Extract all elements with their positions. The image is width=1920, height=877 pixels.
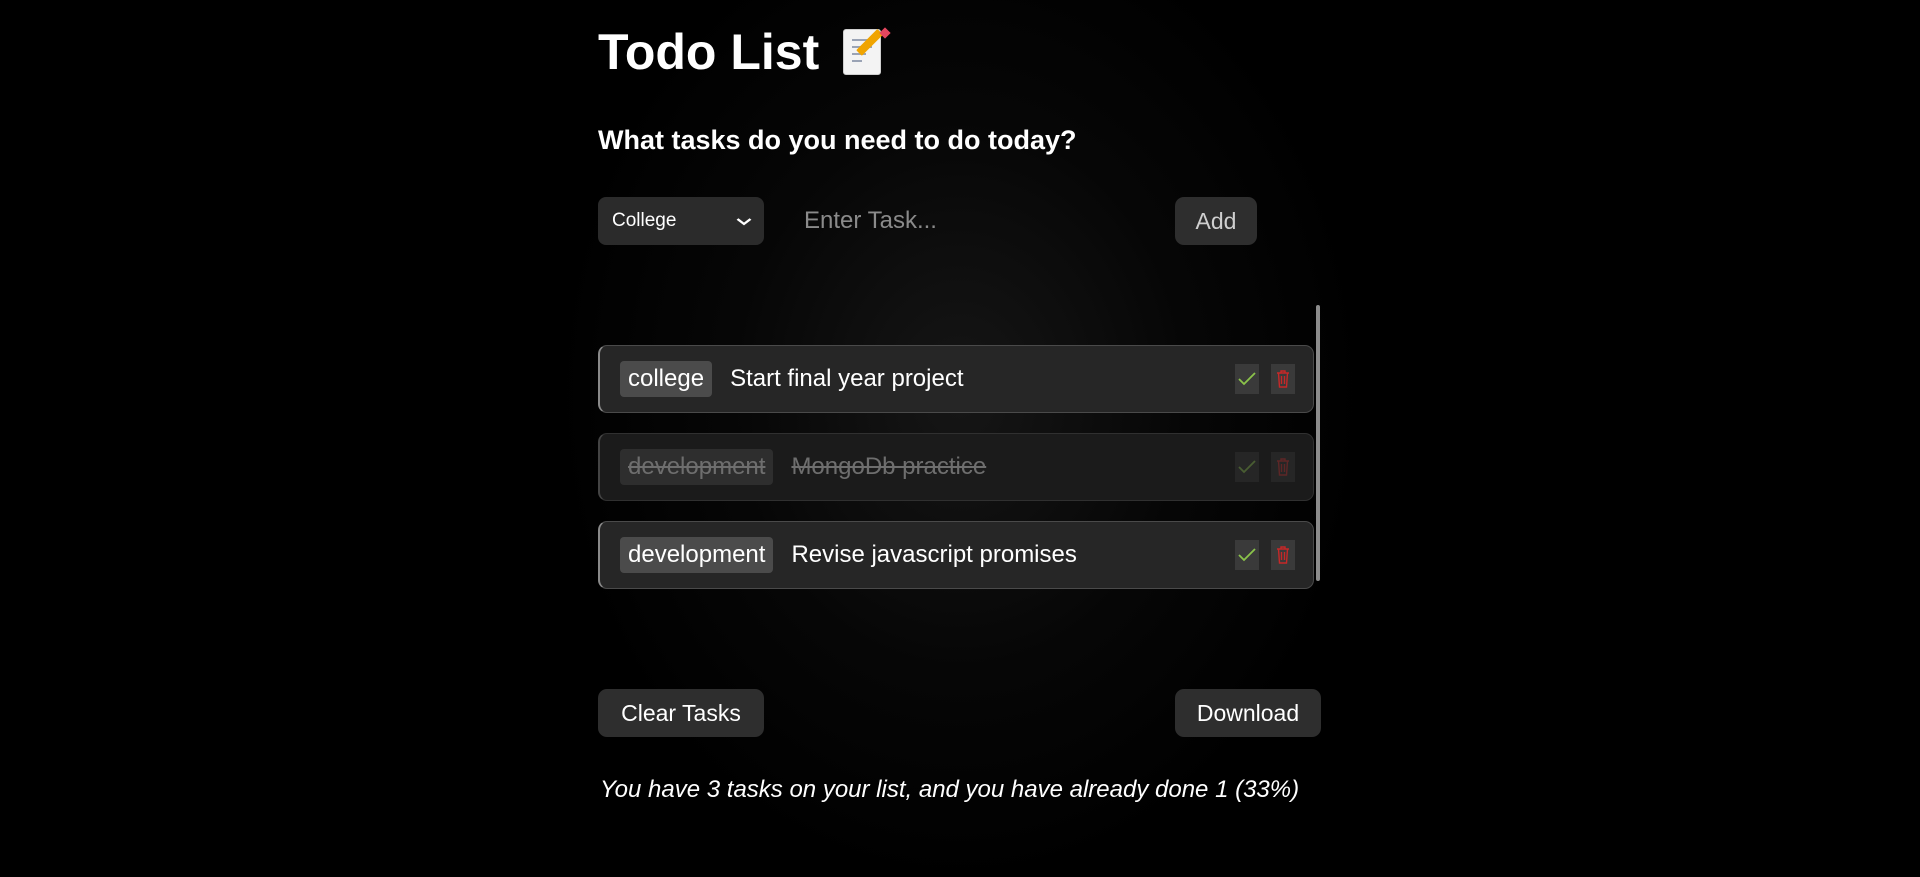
complete-task-button[interactable] [1235,452,1259,482]
task-summary: You have 3 tasks on your list, and you h… [600,776,1300,803]
task-item[interactable]: development Revise javascript promises [598,521,1314,589]
page-title: Todo List [598,22,891,82]
task-actions [1235,540,1295,570]
delete-task-button[interactable] [1271,452,1295,482]
task-category-tag: college [620,361,713,397]
task-actions [1235,452,1295,482]
delete-task-button[interactable] [1271,364,1295,394]
task-input[interactable] [802,197,1144,245]
delete-task-button[interactable] [1271,540,1295,570]
task-category-tag: development [620,449,774,485]
complete-task-button[interactable] [1235,364,1259,394]
category-select-value: College [612,210,677,231]
task-category-tag: development [620,537,774,573]
todo-app: Todo List What tasks do you need to do t… [598,0,1322,877]
trash-icon [1277,546,1289,564]
task-list-scrollbar[interactable] [1316,305,1320,581]
memo-icon [841,27,891,77]
chevron-down-icon [736,213,752,229]
complete-task-button[interactable] [1235,540,1259,570]
task-text: Revise javascript promises [791,541,1077,568]
add-task-button[interactable]: Add [1175,197,1257,245]
task-item[interactable]: college Start final year project [598,345,1314,413]
download-button[interactable]: Download [1175,689,1321,737]
task-text: Start final year project [730,365,964,392]
category-select[interactable]: College [598,197,764,245]
clear-tasks-button[interactable]: Clear Tasks [598,689,764,737]
check-icon [1238,548,1256,562]
check-icon [1238,460,1256,474]
page-subtitle: What tasks do you need to do today? [598,125,1077,155]
check-icon [1238,372,1256,386]
task-list[interactable]: college Start final year project developme… [598,305,1322,650]
task-item[interactable]: development MongoDb practice [598,433,1314,501]
task-actions [1235,364,1295,394]
page-title-text: Todo List [598,24,820,80]
trash-icon [1277,458,1289,476]
task-text: MongoDb practice [791,453,987,480]
trash-icon [1277,370,1289,388]
